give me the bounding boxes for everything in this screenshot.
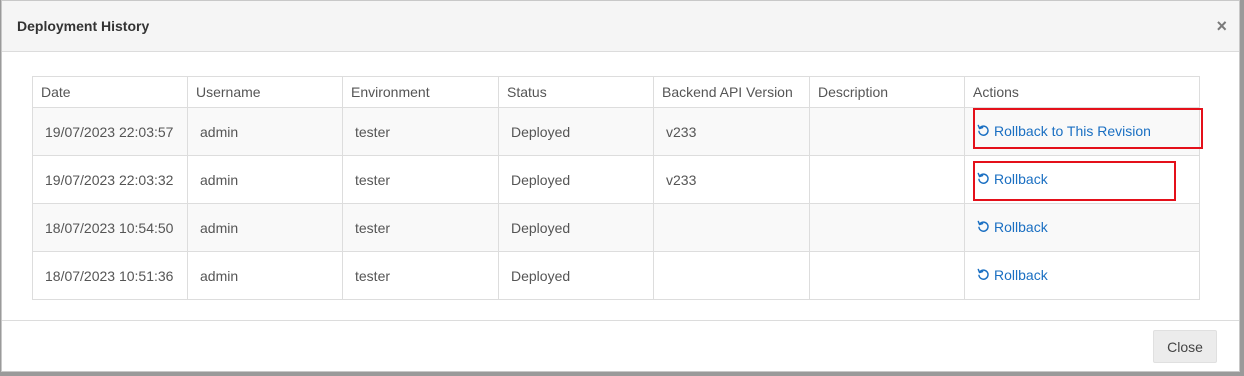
header-actions: Actions bbox=[964, 76, 1200, 108]
dialog-body: Date Username Environment Status Backend… bbox=[32, 76, 1203, 300]
header-date: Date bbox=[32, 76, 188, 108]
cell-api-version: v233 bbox=[653, 107, 810, 156]
cell-username: admin bbox=[187, 251, 343, 300]
rollback-label: Rollback bbox=[994, 266, 1048, 283]
rotate-ccw-icon bbox=[977, 268, 990, 281]
cell-date: 19/07/2023 22:03:57 bbox=[32, 107, 188, 156]
cell-actions: Rollback bbox=[964, 251, 1200, 300]
rollback-label: Rollback to This Revision bbox=[994, 122, 1151, 139]
cell-environment: tester bbox=[342, 107, 499, 156]
dialog-header: Deployment History × bbox=[2, 1, 1239, 52]
cell-api-version: v233 bbox=[653, 155, 810, 204]
cell-actions: Rollback to This Revision bbox=[964, 107, 1200, 156]
cell-api-version bbox=[653, 203, 810, 252]
cell-actions: Rollback bbox=[964, 155, 1200, 204]
cell-description bbox=[809, 155, 965, 204]
cell-environment: tester bbox=[342, 155, 499, 204]
cell-date: 19/07/2023 22:03:32 bbox=[32, 155, 188, 204]
table-row: 19/07/2023 22:03:57 admin tester Deploye… bbox=[32, 107, 1200, 156]
cell-username: admin bbox=[187, 203, 343, 252]
header-environment: Environment bbox=[342, 76, 499, 108]
rollback-link[interactable]: Rollback bbox=[977, 267, 1048, 283]
table-header-row: Date Username Environment Status Backend… bbox=[32, 76, 1200, 108]
cell-description bbox=[809, 203, 965, 252]
cell-description bbox=[809, 107, 965, 156]
cell-environment: tester bbox=[342, 251, 499, 300]
deployment-history-dialog: Deployment History × Date Username Envir… bbox=[1, 0, 1240, 372]
table-row: 18/07/2023 10:51:36 admin tester Deploye… bbox=[32, 251, 1200, 300]
rotate-ccw-icon bbox=[977, 172, 990, 185]
cell-username: admin bbox=[187, 107, 343, 156]
header-description: Description bbox=[809, 76, 965, 108]
rollback-link[interactable]: Rollback bbox=[977, 171, 1048, 187]
cell-status: Deployed bbox=[498, 203, 654, 252]
cell-date: 18/07/2023 10:54:50 bbox=[32, 203, 188, 252]
rollback-to-revision-link[interactable]: Rollback to This Revision bbox=[977, 123, 1151, 139]
table-row: 18/07/2023 10:54:50 admin tester Deploye… bbox=[32, 203, 1200, 252]
dialog-footer: Close bbox=[2, 320, 1239, 371]
cell-environment: tester bbox=[342, 203, 499, 252]
cell-date: 18/07/2023 10:51:36 bbox=[32, 251, 188, 300]
rollback-link[interactable]: Rollback bbox=[977, 219, 1048, 235]
cell-username: admin bbox=[187, 155, 343, 204]
rotate-ccw-icon bbox=[977, 124, 990, 137]
cell-actions: Rollback bbox=[964, 203, 1200, 252]
dialog-title: Deployment History bbox=[17, 18, 150, 34]
cell-status: Deployed bbox=[498, 155, 654, 204]
cell-api-version bbox=[653, 251, 810, 300]
cell-status: Deployed bbox=[498, 251, 654, 300]
rollback-label: Rollback bbox=[994, 170, 1048, 187]
header-username: Username bbox=[187, 76, 343, 108]
cell-status: Deployed bbox=[498, 107, 654, 156]
rotate-ccw-icon bbox=[977, 220, 990, 233]
close-button[interactable]: Close bbox=[1153, 330, 1217, 363]
deployment-history-table: Date Username Environment Status Backend… bbox=[32, 76, 1200, 300]
cell-description bbox=[809, 251, 965, 300]
header-backend-api-version: Backend API Version bbox=[653, 76, 810, 108]
rollback-label: Rollback bbox=[994, 218, 1048, 235]
close-icon[interactable]: × bbox=[1216, 17, 1227, 35]
table-row: 19/07/2023 22:03:32 admin tester Deploye… bbox=[32, 155, 1200, 204]
header-status: Status bbox=[498, 76, 654, 108]
